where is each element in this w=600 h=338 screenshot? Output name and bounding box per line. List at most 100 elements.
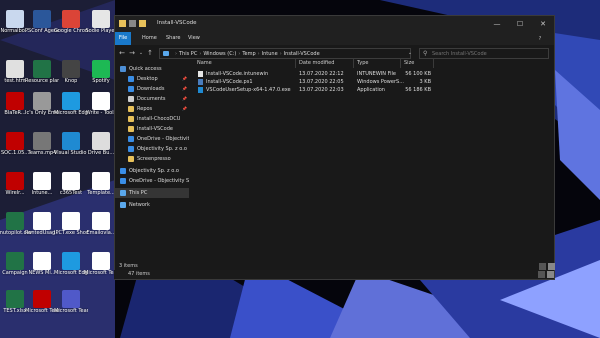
file-size: 56 100 KB	[405, 71, 431, 77]
column-divider[interactable]	[433, 58, 434, 68]
column-size[interactable]: Size	[404, 58, 414, 68]
nav-item-documents[interactable]: Documents 📌	[115, 94, 189, 104]
desktop-shortcut[interactable]: Knop	[56, 60, 86, 84]
tab-file[interactable]: File	[115, 32, 131, 45]
desktop-shortcut[interactable]: Microsoft Teams(O)	[84, 252, 118, 276]
nav-item-quick-access[interactable]: Quick access	[115, 64, 189, 74]
file-row[interactable]: Install-VSCode.intunewin 13.07.2020 22:12…	[193, 70, 549, 78]
shortcut-icon	[33, 132, 51, 150]
shortcut-label: Template...	[87, 190, 115, 196]
details-view-icon[interactable]	[538, 271, 545, 278]
nav-item-objectivity-sp-z-o-o[interactable]: Objectivity Sp. z o.o	[115, 166, 189, 176]
pc-icon	[120, 190, 126, 196]
nav-item-label: Screenpresso	[137, 156, 171, 162]
file-row[interactable]: Install-VSCode.ps1 13.07.2020 22:05 Window…	[193, 78, 549, 86]
breadcrumb-windows-c[interactable]: Windows (C:)	[203, 51, 236, 57]
column-divider[interactable]	[353, 58, 354, 68]
desktop-shortcut[interactable]: Microsoft Teams	[54, 290, 88, 314]
breadcrumb-temp[interactable]: Temp	[242, 51, 255, 57]
column-divider[interactable]	[400, 58, 401, 68]
tab-home[interactable]: Home	[137, 32, 162, 45]
nav-item-repos[interactable]: Repos 📌	[115, 104, 189, 114]
desktop-shortcut[interactable]: Microsoft Edge	[54, 252, 88, 276]
desktop-shortcut[interactable]: Microsoft Teams	[25, 290, 59, 314]
shortcut-label: Microsoft Edge	[54, 270, 88, 276]
file-name: VSCodeUserSetup-x64-1.47.0.exe	[206, 87, 291, 93]
folder-icon	[128, 106, 134, 112]
folder-icon	[128, 156, 134, 162]
desktop-shortcut[interactable]: Visual Studio Code	[54, 132, 88, 156]
desktop-shortcut[interactable]: Spotify	[86, 60, 116, 84]
desktop-shortcut[interactable]: Microsoft Edge	[54, 92, 88, 116]
details-view-icon[interactable]	[539, 263, 546, 270]
breadcrumb-this-pc[interactable]: This PC	[179, 51, 197, 57]
cloud-icon	[120, 178, 126, 184]
up-arrow-icon[interactable]: ↑	[145, 48, 155, 58]
nav-item-network[interactable]: Network	[115, 200, 189, 210]
search-input[interactable]	[432, 50, 544, 58]
column-name[interactable]: Name	[197, 58, 212, 68]
shortcut-icon	[33, 290, 51, 308]
large-icons-view-icon[interactable]	[547, 271, 554, 278]
nav-item-label: Network	[129, 202, 150, 208]
shortcut-label: IPCT.exe Shortcut	[54, 230, 88, 236]
nav-item-label: Quick access	[129, 66, 162, 72]
nav-item-install-vscode[interactable]: Install-VSCode	[115, 124, 189, 134]
tab-view[interactable]: View	[183, 32, 205, 45]
desktop-shortcut[interactable]: IPCT.exe Shortcut	[54, 212, 88, 236]
large-icons-view-icon[interactable]	[548, 263, 555, 270]
folder-icon	[119, 20, 126, 27]
breadcrumb-install-vscode[interactable]: Install-VSCode	[284, 51, 320, 57]
desktop-shortcut[interactable]: Drive Bu...	[86, 132, 116, 156]
breadcrumb-intune[interactable]: Intune	[262, 51, 278, 57]
star-icon	[120, 66, 126, 72]
new-folder-icon[interactable]	[139, 20, 146, 27]
shortcut-icon	[62, 60, 80, 78]
shortcut-icon	[6, 252, 24, 270]
column-type[interactable]: Type	[357, 58, 368, 68]
desktop-shortcut[interactable]: RentedUsag...	[25, 212, 59, 236]
desktop-shortcut[interactable]: Template...	[86, 172, 116, 196]
desktop-shortcut[interactable]: Teams.mp4	[27, 132, 57, 156]
desktop-shortcut[interactable]: NEWS Mi...	[27, 252, 57, 276]
desktop-shortcut[interactable]: PSConf Agenda.docx	[25, 10, 59, 34]
shortcut-icon	[6, 92, 24, 110]
nav-item-onedrive-objectivity-sp-[interactable]: OneDrive - Objectivity Sp.	[115, 134, 189, 144]
quick-access-toolbar-icon[interactable]	[129, 20, 136, 27]
file-list: Name Date modified Type Size Install-VSC…	[193, 58, 549, 258]
desktop-shortcut[interactable]: Resource plan Hobb...	[25, 60, 59, 84]
help-icon[interactable]: ?	[535, 34, 545, 44]
desktop-shortcut[interactable]: Intune...	[27, 172, 57, 196]
shortcut-icon	[62, 252, 80, 270]
column-divider[interactable]	[295, 58, 296, 68]
nav-item-this-pc[interactable]: This PC	[115, 188, 189, 198]
close-button[interactable]: ✕	[534, 16, 552, 32]
desktop-shortcut[interactable]: Emailovla...	[86, 212, 116, 236]
pin-icon: 📌	[182, 96, 187, 101]
desktop-shortcut[interactable]: Write - Toolz	[86, 92, 116, 116]
maximize-button[interactable]: ☐	[511, 16, 529, 32]
desktop-shortcut[interactable]: c365Test	[56, 172, 86, 196]
nav-item-downloads[interactable]: Downloads 📌	[115, 84, 189, 94]
address-dropdown-icon[interactable]: ⌄	[405, 48, 415, 58]
nav-item-label: Install-ChocoDCU	[137, 116, 181, 122]
shortcut-icon	[33, 252, 51, 270]
back-arrow-icon[interactable]: ←	[117, 48, 127, 58]
file-row[interactable]: VSCodeUserSetup-x64-1.47.0.exe 13.07.2020…	[193, 86, 549, 94]
desktop-shortcut[interactable]: Ic's Only Emotion.mp4	[25, 92, 59, 116]
nav-item-onedrive-objectivity-sp-z-o[interactable]: OneDrive - Objectivity Sp. z o	[115, 176, 189, 186]
desktop-shortcut[interactable]: Google Chrome	[54, 10, 88, 34]
tab-share[interactable]: Share	[161, 32, 185, 45]
minimize-button[interactable]: —	[488, 16, 506, 32]
nav-item-screenpresso[interactable]: Screenpresso	[115, 154, 189, 164]
folder-icon	[128, 116, 134, 122]
desktop-shortcut[interactable]: Sodie Player	[85, 10, 117, 34]
shortcut-icon	[92, 252, 110, 270]
nav-item-objectivity-sp-z-o-o[interactable]: Objectivity Sp. z o.o	[115, 144, 189, 154]
column-date-modified[interactable]: Date modified	[299, 58, 334, 68]
file-size: 3 KB	[419, 79, 431, 85]
shortcut-label: Drive Bu...	[87, 150, 115, 156]
nav-item-desktop[interactable]: Desktop 📌	[115, 74, 189, 84]
file-type: Windows PowerS...	[357, 79, 404, 85]
nav-item-install-chocodcu[interactable]: Install-ChocoDCU	[115, 114, 189, 124]
